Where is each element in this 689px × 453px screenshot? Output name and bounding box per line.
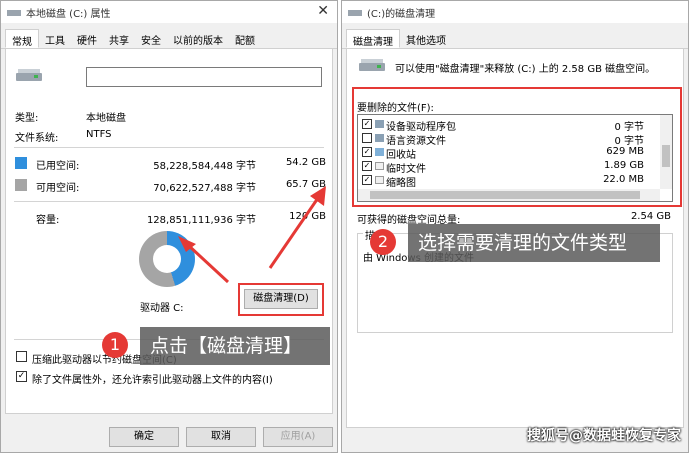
step2-arrow	[268, 186, 326, 269]
step1-badge: 1	[102, 332, 128, 358]
step1-callout: 点击【磁盘清理】	[140, 327, 330, 365]
watermark: 搜狐号@数据蛙恢复专家	[527, 428, 681, 444]
step2-badge: 2	[370, 229, 396, 255]
step2-callout: 选择需要清理的文件类型	[408, 224, 660, 262]
step1-arrow	[178, 236, 230, 284]
